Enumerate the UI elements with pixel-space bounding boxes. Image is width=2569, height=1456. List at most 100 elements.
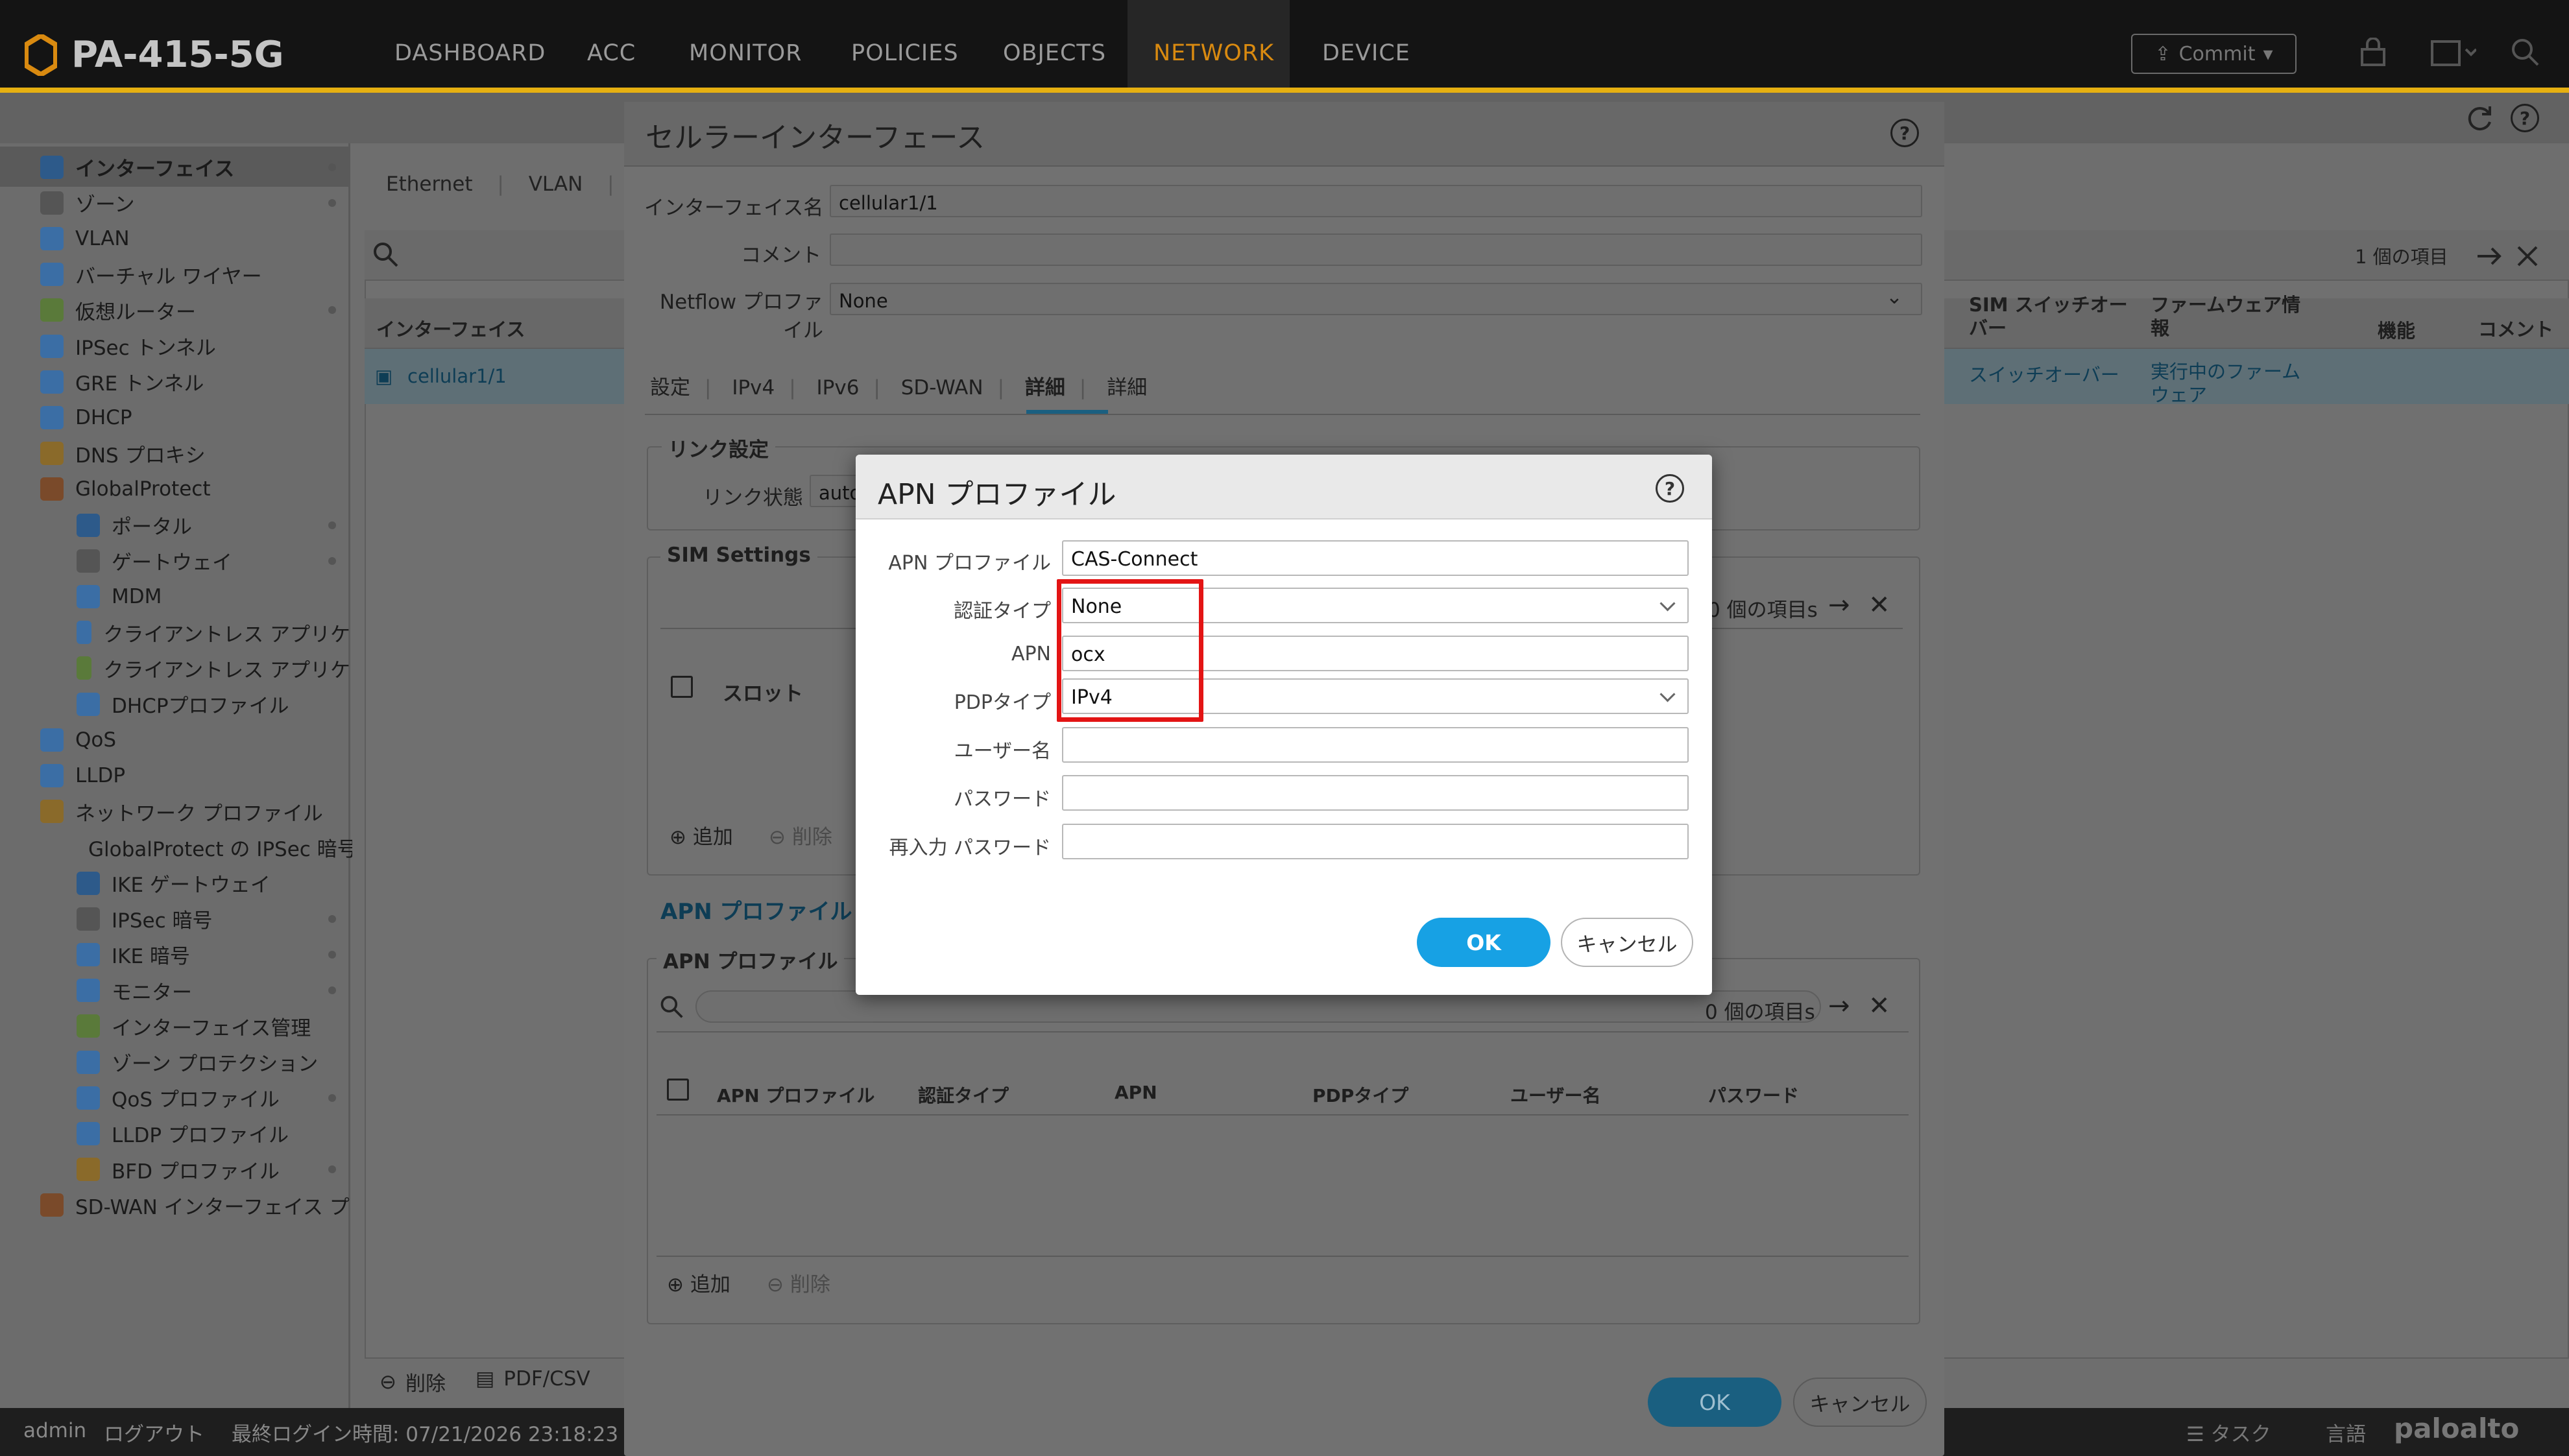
sidebar-item[interactable]: VLAN (0, 221, 350, 256)
sidebar-item[interactable]: 仮想ルーター (0, 292, 350, 328)
tab-vlan[interactable]: VLAN (529, 173, 583, 196)
lock-icon[interactable] (2358, 38, 2388, 67)
sidebar-item[interactable]: QoS プロファイル (0, 1080, 350, 1116)
close-icon[interactable]: ✕ (1868, 991, 1890, 1021)
delete-button[interactable]: ⊖ 削除 (380, 1367, 446, 1396)
if-name-field[interactable]: cellular1/1 (830, 185, 1922, 217)
sidebar-item[interactable]: IKE ゲートウェイ (0, 865, 350, 901)
sidebar-item[interactable]: クライアントレス アプリケ (0, 650, 350, 686)
apn-add-button[interactable]: ⊕ 追加 (667, 1268, 730, 1297)
arrow-right-icon[interactable] (2475, 243, 2503, 269)
refresh-icon[interactable] (2465, 104, 2494, 132)
row-sim-switch-link[interactable]: スイッチオーバー (1969, 360, 2119, 387)
row-interface-link[interactable]: cellular1/1 (407, 365, 507, 387)
netflow-select[interactable]: None (830, 283, 1922, 315)
sidebar-item[interactable]: DNS プロキシ (0, 436, 350, 471)
sidebar-item[interactable]: GlobalProtect の IPSec 暗号 (0, 829, 357, 865)
sidebar-item[interactable]: ゾーン (0, 185, 350, 221)
modal-help-icon[interactable]: ? (1890, 119, 1919, 147)
tab-sdwan[interactable]: SD-WAN (901, 376, 983, 400)
link-state-select[interactable]: auto (810, 475, 862, 507)
sidebar-item[interactable]: バーチャル ワイヤー (0, 257, 350, 292)
tab-ethernet[interactable]: Ethernet (386, 173, 473, 196)
sidebar-item[interactable]: ネットワーク プロファイル (0, 794, 350, 829)
apn-profile-link[interactable]: APN プロファイル (660, 894, 852, 925)
arrow-right-icon[interactable]: → (1828, 991, 1850, 1021)
apn-search-field[interactable] (695, 990, 1821, 1023)
sidebar-item[interactable]: MDM (0, 579, 350, 614)
pdf-csv-button[interactable]: ▤ PDF/CSV (476, 1367, 590, 1390)
apn-profile-name-field[interactable]: CAS-Connect (1062, 540, 1689, 576)
tab-ipv6[interactable]: IPv6 (817, 376, 860, 400)
footer-user: admin (23, 1419, 87, 1442)
comment-field[interactable] (830, 233, 1922, 266)
tab-ipv4[interactable]: IPv4 (732, 376, 775, 400)
sim-delete-button[interactable]: ⊖ 削除 (769, 820, 832, 850)
col-header-firmware: ファームウェア情報 (2151, 294, 2301, 339)
nav-tab-objects[interactable]: OBJECTS (1003, 40, 1106, 66)
tab-advanced[interactable]: 詳細 (1025, 376, 1065, 400)
nav-tab-device[interactable]: DEVICE (1322, 40, 1410, 66)
sim-select-all-checkbox[interactable] (671, 676, 693, 698)
sidebar-item-label: GlobalProtect の IPSec 暗号 (88, 837, 357, 861)
sidebar-item[interactable]: IPSec トンネル (0, 328, 350, 364)
sidebar-item-label: DNS プロキシ (75, 444, 206, 468)
tab-settings[interactable]: 設定 (650, 376, 690, 400)
nav-tab-monitor[interactable]: MONITOR (689, 40, 802, 66)
search-icon[interactable] (2509, 36, 2540, 67)
clear-filter-icon[interactable] (2515, 243, 2540, 269)
sidebar-item[interactable]: SD-WAN インターフェイス プ (0, 1187, 350, 1223)
sidebar-item[interactable]: DHCP (0, 400, 350, 435)
sidebar-item[interactable]: GRE トンネル (0, 364, 350, 400)
sidebar-item[interactable]: ポータル (0, 507, 350, 543)
sidebar-item[interactable]: モニター (0, 973, 350, 1008)
config-icon[interactable] (2430, 36, 2476, 69)
sidebar-item[interactable]: IKE 暗号 (0, 937, 350, 972)
sim-add-button[interactable]: ⊕ 追加 (669, 820, 733, 850)
apn-select-all-checkbox[interactable] (667, 1079, 689, 1101)
page-help-icon[interactable]: ? (2511, 104, 2539, 132)
nav-tab-network[interactable]: NETWORK (1153, 40, 1274, 66)
nav-tab-dashboard[interactable]: DASHBOARD (394, 40, 546, 66)
dialog-help-button[interactable]: ? (1656, 474, 1684, 503)
sidebar-item[interactable]: LLDP プロファイル (0, 1116, 350, 1151)
arrow-right-icon[interactable]: → (1828, 590, 1850, 620)
sidebar-item[interactable]: インターフェイス管理 (0, 1008, 350, 1044)
dialog-ok-button[interactable]: OK (1417, 918, 1550, 967)
sidebar-item[interactable]: クライアントレス アプリケ (0, 615, 350, 650)
apn-delete-button[interactable]: ⊖ 削除 (767, 1268, 830, 1297)
document-icon: ▤ (476, 1367, 495, 1390)
chevron-down-icon: ▾ (2263, 42, 2273, 66)
sidebar-item-label: ゾーン プロテクション (112, 1053, 319, 1076)
modal-ok-button[interactable]: OK (1648, 1378, 1781, 1427)
password-field[interactable] (1062, 775, 1689, 811)
username-field[interactable] (1062, 727, 1689, 763)
close-icon[interactable]: ✕ (1868, 590, 1890, 620)
row-firmware-link[interactable]: 実行中のファームウェア (2151, 360, 2319, 407)
modal-cancel-button[interactable]: キャンセル (1793, 1378, 1927, 1427)
sidebar-item-icon (77, 1086, 100, 1110)
pdp-type-label: PDPタイプ (954, 691, 1051, 714)
confirm-password-field[interactable] (1062, 824, 1689, 859)
sidebar-item-icon (77, 1014, 100, 1038)
nav-tab-policies[interactable]: POLICIES (851, 40, 959, 66)
sidebar-item[interactable]: IPSec 暗号 (0, 901, 350, 937)
sidebar-item[interactable]: ゾーン プロテクション (0, 1044, 350, 1080)
sidebar-item-icon (77, 584, 100, 608)
sidebar-item[interactable]: インターフェイス (0, 149, 350, 185)
nav-tab-acc[interactable]: ACC (587, 40, 636, 66)
sidebar-item-icon (40, 800, 64, 824)
sidebar-item[interactable]: LLDP (0, 758, 350, 793)
sidebar-item[interactable]: BFD プロファイル (0, 1152, 350, 1187)
sidebar-item[interactable]: DHCPプロファイル (0, 686, 350, 722)
dialog-cancel-button[interactable]: キャンセル (1561, 918, 1693, 967)
sidebar-item[interactable]: ゲートウェイ (0, 543, 350, 579)
logout-link[interactable]: ログアウト (104, 1418, 204, 1447)
sidebar-item[interactable]: GlobalProtect (0, 471, 350, 507)
sidebar-item[interactable]: QoS (0, 722, 350, 758)
tasks-button[interactable]: ☰ タスク (2186, 1418, 2271, 1447)
language-button[interactable]: 言語 (2326, 1418, 2366, 1447)
commit-button[interactable]: ⇪ Commit ▾ (2131, 34, 2297, 74)
tab-details[interactable]: 詳細 (1107, 376, 1147, 400)
sidebar-item-label: DHCP (75, 405, 132, 429)
